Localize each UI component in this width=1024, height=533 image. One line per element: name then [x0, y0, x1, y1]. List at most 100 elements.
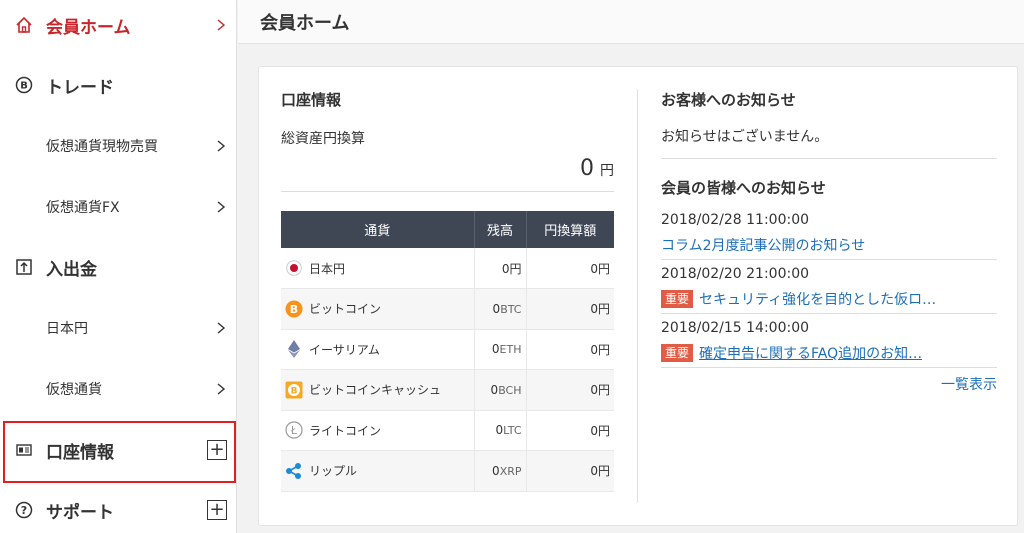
sidebar: 会員ホーム B トレード 仮想通貨現物売買 仮想通貨FX 入出金 日本円 仮想通… — [0, 0, 237, 533]
news-date: 2018/02/20 21:00:00 — [661, 266, 810, 282]
important-badge: 重要 — [661, 290, 694, 308]
sidebar-item-label: 仮想通貨現物売買 — [46, 139, 158, 155]
column-header-jpy: 円換算額 — [525, 211, 614, 248]
help-icon: ? — [14, 500, 34, 520]
column-header-currency: 通貨 — [281, 211, 474, 248]
chevron-right-icon — [217, 140, 226, 152]
balance-unit: BCH — [498, 383, 522, 397]
page-title: 会員ホーム — [260, 12, 350, 34]
table-row: イーサリアム 0ETH 0円 — [281, 329, 614, 370]
sidebar-item-trade[interactable]: B トレード — [0, 60, 237, 110]
jpy-value: 0円 — [525, 369, 614, 411]
customer-notice-title: お客様へのお知らせ — [661, 91, 796, 109]
svg-text:B: B — [20, 81, 28, 92]
sidebar-item-label: 仮想通貨 — [46, 382, 102, 398]
svg-text:Ł: Ł — [290, 424, 298, 437]
table-header-row: 通貨 残高 円換算額 — [281, 211, 614, 248]
balance-unit: 円 — [509, 261, 522, 276]
currency-name: リップル — [309, 464, 358, 479]
table-row: 日本円 0円 0円 — [281, 248, 614, 289]
sidebar-item-label: 仮想通貨FX — [46, 200, 120, 216]
balance-value: 0 — [491, 342, 500, 357]
svg-text:B: B — [291, 386, 298, 396]
news-list: 2018/02/28 11:00:00 コラム2月度記事公開のお知らせ 2018… — [661, 212, 997, 368]
page-header: 会員ホーム — [238, 0, 1024, 44]
chevron-right-icon — [217, 322, 226, 334]
sidebar-item-crypto[interactable]: 仮想通貨 — [0, 364, 237, 414]
litecoin-icon: Ł — [285, 421, 303, 439]
jpy-value: 0円 — [525, 450, 614, 492]
bitcoin-cash-icon: B — [285, 381, 303, 399]
currency-name: 日本円 — [309, 261, 346, 276]
account-info-panel: 口座情報 総資産円換算 0円 通貨 残高 円換算額 日本円 0円 0円 B ビッ… — [281, 89, 614, 492]
currency-name: ビットコイン — [309, 302, 382, 317]
sidebar-item-label: トレード — [46, 77, 114, 98]
expand-plus-icon[interactable]: + — [207, 440, 227, 460]
table-row: リップル 0XRP 0円 — [281, 450, 614, 492]
svg-text:B: B — [290, 303, 298, 316]
balance-value: 0 — [495, 423, 504, 438]
total-assets-label: 総資産円換算 — [281, 131, 365, 147]
ethereum-icon — [285, 340, 303, 359]
ripple-icon — [285, 462, 303, 480]
japan-flag-icon — [285, 259, 303, 277]
sidebar-item-account-info[interactable]: 口座情報 + — [0, 425, 237, 475]
sidebar-item-member-home[interactable]: 会員ホーム — [0, 0, 237, 50]
sidebar-item-spot-trading[interactable]: 仮想通貨現物売買 — [0, 121, 237, 171]
currency-name: イーサリアム — [309, 342, 380, 357]
balance-table: 通貨 残高 円換算額 日本円 0円 0円 B ビットコイン 0BTC 0円 イー… — [281, 211, 614, 492]
news-link[interactable]: コラム2月度記事公開のお知らせ — [661, 235, 865, 255]
sidebar-item-jpy[interactable]: 日本円 — [0, 303, 237, 353]
sidebar-item-label: 入出金 — [46, 259, 97, 280]
sidebar-item-label: 口座情報 — [46, 442, 114, 463]
chevron-right-icon — [217, 383, 226, 395]
balance-unit: LTC — [503, 424, 522, 438]
id-card-icon — [14, 440, 34, 460]
chevron-right-icon — [217, 201, 226, 213]
jpy-value: 0円 — [525, 288, 614, 330]
column-header-balance: 残高 — [473, 211, 526, 248]
news-link[interactable]: セキュリティ強化を目的とした仮ロ… — [699, 289, 936, 309]
bitcoin-coin-icon: B — [285, 300, 303, 318]
view-all-link[interactable]: 一覧表示 — [661, 374, 997, 394]
main-card: 口座情報 総資産円換算 0円 通貨 残高 円換算額 日本円 0円 0円 B ビッ… — [258, 66, 1018, 526]
table-row: Ł ライトコイン 0LTC 0円 — [281, 410, 614, 451]
total-amount: 0 — [580, 156, 594, 181]
account-info-title: 口座情報 — [281, 91, 342, 109]
news-link[interactable]: 確定申告に関するFAQ追加のお知… — [699, 343, 922, 363]
sidebar-item-deposit-withdraw[interactable]: 入出金 — [0, 242, 237, 292]
currency-name: ライトコイン — [309, 423, 382, 438]
list-item: 2018/02/15 14:00:00 重要 確定申告に関するFAQ追加のお知… — [661, 320, 997, 368]
table-row: B ビットコインキャッシュ 0BCH 0円 — [281, 369, 614, 411]
total-unit: 円 — [600, 163, 614, 179]
home-icon — [14, 15, 34, 35]
list-item: 2018/02/20 21:00:00 重要 セキュリティ強化を目的とした仮ロ… — [661, 266, 997, 314]
customer-notice-empty: お知らせはございません。 — [661, 126, 997, 159]
important-badge: 重要 — [661, 344, 694, 362]
bitcoin-icon: B — [14, 75, 34, 95]
expand-plus-icon[interactable]: + — [207, 500, 227, 520]
column-divider — [637, 89, 638, 503]
list-item: 2018/02/28 11:00:00 コラム2月度記事公開のお知らせ — [661, 212, 997, 260]
jpy-value: 0円 — [525, 410, 614, 451]
news-date: 2018/02/15 14:00:00 — [661, 320, 810, 336]
table-row: B ビットコイン 0BTC 0円 — [281, 288, 614, 330]
balance-unit: BTC — [500, 302, 522, 316]
currency-name: ビットコインキャッシュ — [309, 383, 442, 398]
sidebar-item-label: 会員ホーム — [46, 17, 131, 38]
balance-unit: XRP — [499, 464, 522, 478]
deposit-icon — [14, 257, 34, 277]
balance-unit: ETH — [499, 343, 522, 357]
chevron-right-icon — [217, 19, 226, 31]
jpy-value: 0円 — [525, 329, 614, 370]
member-notice-title: 会員の皆様へのお知らせ — [661, 179, 826, 197]
balance-value: 0 — [492, 463, 500, 478]
sidebar-item-fx[interactable]: 仮想通貨FX — [0, 182, 237, 232]
sidebar-item-label: 日本円 — [46, 321, 88, 337]
total-assets-value: 0円 — [281, 156, 614, 192]
notices-panel: お客様へのお知らせ お知らせはございません。 会員の皆様へのお知らせ 2018/… — [661, 89, 997, 394]
sidebar-item-label: サポート — [46, 502, 114, 523]
jpy-value: 0円 — [525, 248, 614, 289]
sidebar-item-support[interactable]: ? サポート + — [0, 485, 237, 533]
svg-text:?: ? — [21, 504, 27, 517]
